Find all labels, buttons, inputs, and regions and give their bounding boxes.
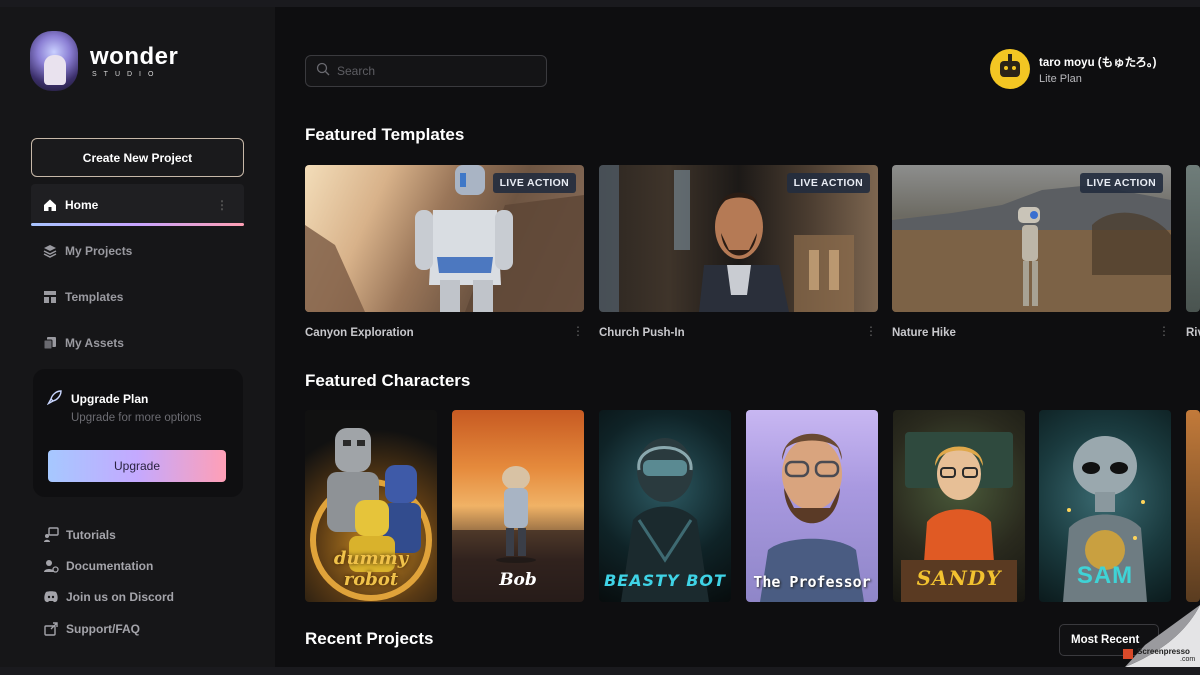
sidebar-link-label: Tutorials bbox=[66, 528, 116, 542]
sidebar-item-label: My Assets bbox=[65, 336, 124, 350]
upgrade-card: Upgrade Plan Upgrade for more options Up… bbox=[33, 369, 243, 497]
character-card-bob[interactable]: Bob bbox=[452, 410, 584, 602]
rocket-icon bbox=[46, 389, 63, 408]
template-card-church-push-in[interactable]: LIVE ACTION bbox=[599, 165, 878, 312]
character-card-partial[interactable] bbox=[1186, 410, 1200, 602]
user-name: taro moyu (もゅたろ。) bbox=[1039, 56, 1157, 69]
template-name: Nature Hike bbox=[892, 327, 956, 339]
screenpresso-watermark: Screenpresso .com bbox=[1105, 605, 1200, 667]
window-top-edge bbox=[0, 0, 1200, 7]
brand-avatar bbox=[30, 31, 78, 91]
upgrade-title: Upgrade Plan bbox=[71, 392, 149, 406]
character-card-sandy[interactable]: SANDY bbox=[893, 410, 1025, 602]
recent-projects-title: Recent Projects bbox=[305, 629, 434, 648]
avatar bbox=[990, 49, 1030, 89]
sidebar-link-tutorials[interactable]: Tutorials bbox=[43, 527, 116, 543]
more-options-icon[interactable]: ⋮ bbox=[865, 324, 877, 338]
sidebar-link-label: Join us on Discord bbox=[66, 590, 175, 604]
character-name: Bob bbox=[499, 570, 537, 590]
support-icon bbox=[43, 621, 59, 637]
character-name: The Professor bbox=[753, 573, 871, 591]
sidebar-link-label: Documentation bbox=[66, 559, 154, 573]
sidebar-item-label: My Projects bbox=[65, 244, 133, 258]
sidebar-link-support[interactable]: Support/FAQ bbox=[43, 621, 140, 637]
more-options-icon[interactable]: ⋮ bbox=[216, 198, 228, 212]
character-card-the-professor[interactable]: The Professor bbox=[746, 410, 878, 602]
sidebar-link-discord[interactable]: Join us on Discord bbox=[43, 589, 174, 605]
search-input[interactable] bbox=[337, 64, 527, 78]
template-card-partial[interactable] bbox=[1186, 165, 1200, 312]
sidebar-item-label: Templates bbox=[65, 290, 124, 304]
sidebar-link-label: Support/FAQ bbox=[66, 622, 140, 636]
template-card-nature-hike[interactable]: LIVE ACTION bbox=[892, 165, 1171, 312]
template-card-canyon-exploration[interactable]: LIVE ACTION bbox=[305, 165, 584, 312]
upgrade-button[interactable]: Upgrade bbox=[48, 450, 226, 482]
upgrade-subtitle: Upgrade for more options bbox=[71, 412, 202, 424]
template-name: Riv bbox=[1186, 327, 1200, 339]
sidebar-item-templates[interactable]: Templates bbox=[31, 276, 244, 318]
character-name: SAM bbox=[1076, 562, 1134, 589]
featured-characters-title: Featured Characters bbox=[305, 371, 471, 390]
search-icon bbox=[316, 62, 337, 81]
assets-icon bbox=[43, 336, 57, 350]
character-name: SANDY bbox=[916, 566, 1002, 590]
sidebar: wonder STUDIO Create New Project Home ⋮ … bbox=[0, 7, 275, 667]
window-bottom-edge bbox=[0, 667, 1200, 675]
more-options-icon[interactable]: ⋮ bbox=[572, 324, 584, 338]
character-card-sam[interactable]: SAM bbox=[1039, 410, 1171, 602]
watermark-text: Screenpresso bbox=[1137, 647, 1190, 656]
brand-name: wonder bbox=[90, 42, 179, 70]
tutorials-icon bbox=[43, 527, 59, 543]
create-new-project-button[interactable]: Create New Project bbox=[31, 138, 244, 177]
character-name: BEASTY BOT bbox=[604, 571, 726, 590]
discord-icon bbox=[43, 589, 59, 605]
documentation-icon bbox=[43, 558, 59, 574]
character-name: dummy robot bbox=[333, 548, 409, 590]
templates-icon bbox=[43, 290, 57, 304]
live-action-badge: LIVE ACTION bbox=[786, 173, 870, 193]
character-card-beasty-bot[interactable]: BEASTY BOT bbox=[599, 410, 731, 602]
template-name: Canyon Exploration bbox=[305, 327, 414, 339]
brand-subtitle: STUDIO bbox=[92, 70, 161, 78]
more-options-icon[interactable]: ⋮ bbox=[1158, 324, 1170, 338]
brand-logo[interactable]: wonder STUDIO bbox=[30, 31, 178, 91]
home-icon bbox=[43, 198, 57, 212]
user-plan: Lite Plan bbox=[1039, 72, 1082, 85]
template-name: Church Push-In bbox=[599, 327, 685, 339]
featured-templates-title: Featured Templates bbox=[305, 125, 465, 144]
live-action-badge: LIVE ACTION bbox=[492, 173, 576, 193]
character-card-dummy-robot[interactable]: dummy robot bbox=[305, 410, 437, 602]
sidebar-item-home[interactable]: Home ⋮ bbox=[31, 184, 244, 226]
sidebar-item-label: Home bbox=[65, 198, 99, 212]
live-action-badge: LIVE ACTION bbox=[1079, 173, 1163, 193]
layers-icon bbox=[43, 244, 57, 258]
search-box[interactable] bbox=[305, 55, 547, 87]
watermark-domain: .com bbox=[1180, 656, 1196, 663]
sidebar-item-my-assets[interactable]: My Assets bbox=[31, 322, 244, 364]
sidebar-item-my-projects[interactable]: My Projects bbox=[31, 230, 244, 272]
sidebar-link-documentation[interactable]: Documentation bbox=[43, 558, 153, 574]
user-profile[interactable]: taro moyu (もゅたろ。) Lite Plan bbox=[990, 49, 1157, 89]
